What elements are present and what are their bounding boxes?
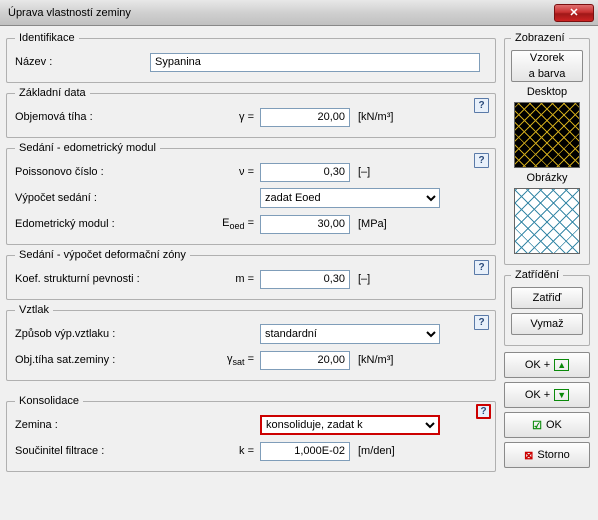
fieldset-uplift: Vztlak ? Způsob výp.vztlaku : standardní… bbox=[6, 304, 496, 381]
fieldset-display: Zobrazení Vzorek a barva Desktop Obrázky bbox=[504, 32, 590, 265]
images-label: Obrázky bbox=[511, 172, 583, 184]
close-icon: ✕ bbox=[569, 6, 578, 19]
consol-soil-select[interactable]: konsoliduje, zadat k bbox=[260, 415, 440, 435]
title-bar: Úprava vlastností zeminy ✕ bbox=[0, 0, 598, 26]
legend-identification: Identifikace bbox=[15, 32, 79, 44]
help-icon-highlighted[interactable]: ? bbox=[476, 404, 491, 419]
m-unit: [–] bbox=[350, 273, 410, 285]
triangle-down-icon: ▼ bbox=[554, 389, 569, 401]
help-icon[interactable]: ? bbox=[474, 153, 489, 168]
fieldset-consolidation: Konsolidace ? Zemina : konsoliduje, zada… bbox=[6, 395, 496, 472]
k-symbol: k = bbox=[150, 445, 260, 457]
fieldset-deformation-zone: Sedání - výpočet deformační zóny ? Koef.… bbox=[6, 249, 496, 300]
eoed-input[interactable] bbox=[260, 215, 350, 234]
legend-basic: Základní data bbox=[15, 87, 90, 99]
triangle-up-icon: ▲ bbox=[554, 359, 569, 371]
sample-color-button[interactable]: Vzorek a barva bbox=[511, 50, 583, 82]
gamma-symbol: γ = bbox=[150, 111, 260, 123]
eoed-symbol: Eoed = bbox=[150, 217, 260, 231]
legend-display: Zobrazení bbox=[511, 32, 569, 44]
ok-up-button[interactable]: OK + ▲ bbox=[504, 352, 590, 378]
clear-button[interactable]: Vymaž bbox=[511, 313, 583, 335]
nu-symbol: ν = bbox=[150, 166, 260, 178]
gamma-input[interactable] bbox=[260, 108, 350, 127]
m-input[interactable] bbox=[260, 270, 350, 289]
fieldset-identification: Identifikace Název : bbox=[6, 32, 496, 83]
m-symbol: m = bbox=[160, 273, 260, 285]
fieldset-settlement: Sedání - edometrický modul ? Poissonovo … bbox=[6, 142, 496, 245]
k-input[interactable] bbox=[260, 442, 350, 461]
uplift-method-label: Způsob výp.vztlaku : bbox=[15, 328, 150, 340]
cancel-button[interactable]: ⊠ Storno bbox=[504, 442, 590, 468]
gammasat-label: Obj.tíha sat.zeminy : bbox=[15, 354, 150, 366]
help-icon[interactable]: ? bbox=[474, 315, 489, 330]
classify-button[interactable]: Zatřiď bbox=[511, 287, 583, 309]
eoed-label: Edometrický modul : bbox=[15, 218, 150, 230]
check-icon: ☑ bbox=[532, 419, 542, 432]
unit-weight-label: Objemová tíha : bbox=[15, 111, 150, 123]
gammasat-symbol: γsat = bbox=[150, 353, 260, 367]
legend-uplift: Vztlak bbox=[15, 304, 53, 316]
close-button[interactable]: ✕ bbox=[554, 4, 594, 22]
window-title: Úprava vlastností zeminy bbox=[8, 7, 131, 19]
nu-input[interactable] bbox=[260, 163, 350, 182]
gamma-unit: [kN/m³] bbox=[350, 111, 410, 123]
cancel-icon: ⊠ bbox=[524, 449, 533, 462]
name-input[interactable] bbox=[150, 53, 480, 72]
settlement-calc-label: Výpočet sedání : bbox=[15, 192, 150, 204]
gammasat-unit: [kN/m³] bbox=[350, 354, 410, 366]
ok-down-button[interactable]: OK + ▼ bbox=[504, 382, 590, 408]
legend-consol: Konsolidace bbox=[15, 395, 83, 407]
legend-defzone: Sedání - výpočet deformační zóny bbox=[15, 249, 190, 261]
k-label: Součinitel filtrace : bbox=[15, 445, 150, 457]
poisson-label: Poissonovo číslo : bbox=[15, 166, 150, 178]
name-label: Název : bbox=[15, 56, 150, 68]
fieldset-classify: Zatřídění Zatřiď Vymaž bbox=[504, 269, 590, 346]
uplift-method-select[interactable]: standardní bbox=[260, 324, 440, 344]
k-unit: [m/den] bbox=[350, 445, 410, 457]
consol-soil-label: Zemina : bbox=[15, 419, 150, 431]
legend-settlement: Sedání - edometrický modul bbox=[15, 142, 160, 154]
desktop-label: Desktop bbox=[511, 86, 583, 98]
gammasat-input[interactable] bbox=[260, 351, 350, 370]
eoed-unit: [MPa] bbox=[350, 218, 410, 230]
fieldset-basic-data: Základní data ? Objemová tíha : γ = [kN/… bbox=[6, 87, 496, 138]
help-icon[interactable]: ? bbox=[474, 260, 489, 275]
m-label: Koef. strukturní pevnosti : bbox=[15, 273, 160, 285]
ok-button[interactable]: ☑ OK bbox=[504, 412, 590, 438]
nu-unit: [–] bbox=[350, 166, 410, 178]
desktop-swatch bbox=[514, 102, 580, 168]
settlement-calc-select[interactable]: zadat Eoed bbox=[260, 188, 440, 208]
help-icon[interactable]: ? bbox=[474, 98, 489, 113]
images-swatch bbox=[514, 188, 580, 254]
legend-classify: Zatřídění bbox=[511, 269, 563, 281]
